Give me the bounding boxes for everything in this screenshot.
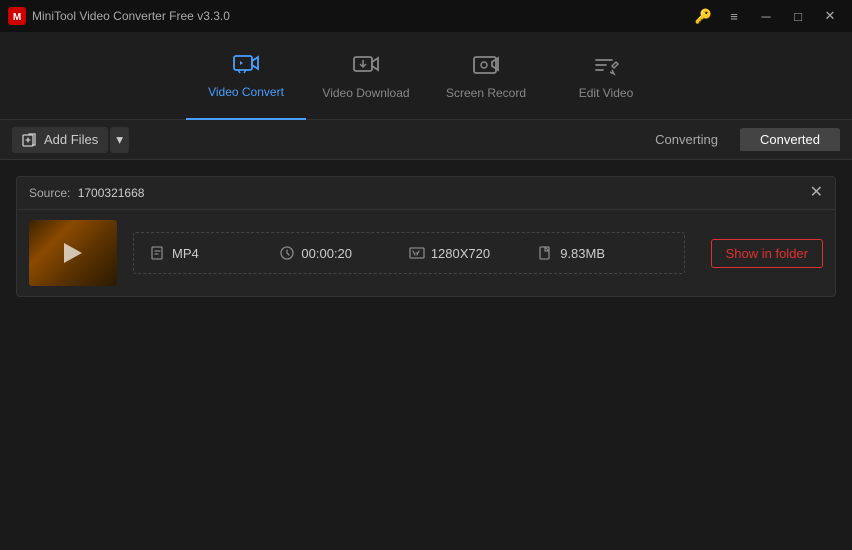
nav-bar: Video Convert Video Download Screen Reco… <box>0 32 852 120</box>
close-window-button[interactable]: ✕ <box>816 4 844 28</box>
file-details: MP4 00:00:20 1280X720 <box>133 232 685 274</box>
source-value: 1700321668 <box>78 186 145 200</box>
nav-item-edit-video[interactable]: Edit Video <box>546 32 666 120</box>
nav-item-screen-record[interactable]: Screen Record <box>426 32 546 120</box>
format-icon <box>150 245 166 261</box>
title-bar-controls: 🔑 ≡ ─ □ ✕ <box>695 4 844 28</box>
video-download-icon <box>352 52 380 80</box>
app-logo-icon: M <box>8 7 26 25</box>
svg-text:M: M <box>13 12 21 23</box>
content-area: Source: 1700321668 ✕ MP4 <box>0 160 852 550</box>
toolbar: Add Files ▾ Converting Converted <box>0 120 852 160</box>
thumbnail-image <box>29 220 117 286</box>
minimize-button[interactable]: ─ <box>752 4 780 28</box>
duration-icon <box>279 245 295 261</box>
app-title: MiniTool Video Converter Free v3.3.0 <box>32 9 230 23</box>
add-files-dropdown-button[interactable]: ▾ <box>110 127 129 153</box>
nav-label-edit-video: Edit Video <box>579 86 634 100</box>
nav-item-video-download[interactable]: Video Download <box>306 32 426 120</box>
add-files-label: Add Files <box>44 132 98 147</box>
source-info: Source: 1700321668 <box>29 186 144 200</box>
tab-converting[interactable]: Converting <box>635 128 738 151</box>
play-icon <box>64 243 82 263</box>
close-item-button[interactable]: ✕ <box>810 185 823 201</box>
nav-item-video-convert[interactable]: Video Convert <box>186 32 306 120</box>
nav-label-video-download: Video Download <box>322 86 409 100</box>
video-thumbnail <box>29 220 117 286</box>
title-bar: M MiniTool Video Converter Free v3.3.0 🔑… <box>0 0 852 32</box>
filesize-value: 9.83MB <box>560 246 605 261</box>
format-value: MP4 <box>172 246 199 261</box>
key-icon: 🔑 <box>695 8 712 25</box>
resolution-icon <box>409 245 425 261</box>
resolution-value: 1280X720 <box>431 246 490 261</box>
edit-video-icon <box>592 52 620 80</box>
title-bar-left: M MiniTool Video Converter Free v3.3.0 <box>8 7 230 25</box>
filesize-icon <box>538 245 554 261</box>
video-convert-icon <box>232 51 260 79</box>
maximize-button[interactable]: □ <box>784 4 812 28</box>
screen-record-icon <box>472 52 500 80</box>
item-header: Source: 1700321668 ✕ <box>17 177 835 210</box>
source-label-text: Source: <box>29 186 70 200</box>
add-files-button[interactable]: Add Files <box>12 127 108 153</box>
nav-label-screen-record: Screen Record <box>446 86 526 100</box>
filesize-detail: 9.83MB <box>538 245 667 261</box>
hamburger-button[interactable]: ≡ <box>720 4 748 28</box>
item-body: MP4 00:00:20 1280X720 <box>17 210 835 296</box>
converted-item-card: Source: 1700321668 ✕ MP4 <box>16 176 836 297</box>
resolution-detail: 1280X720 <box>409 245 538 261</box>
duration-detail: 00:00:20 <box>279 245 408 261</box>
tabs: Converting Converted <box>635 128 840 151</box>
tab-converted[interactable]: Converted <box>740 128 840 151</box>
duration-value: 00:00:20 <box>301 246 352 261</box>
show-in-folder-button[interactable]: Show in folder <box>711 239 823 268</box>
nav-label-video-convert: Video Convert <box>208 85 284 99</box>
add-files-icon <box>22 132 38 148</box>
format-detail: MP4 <box>150 245 279 261</box>
